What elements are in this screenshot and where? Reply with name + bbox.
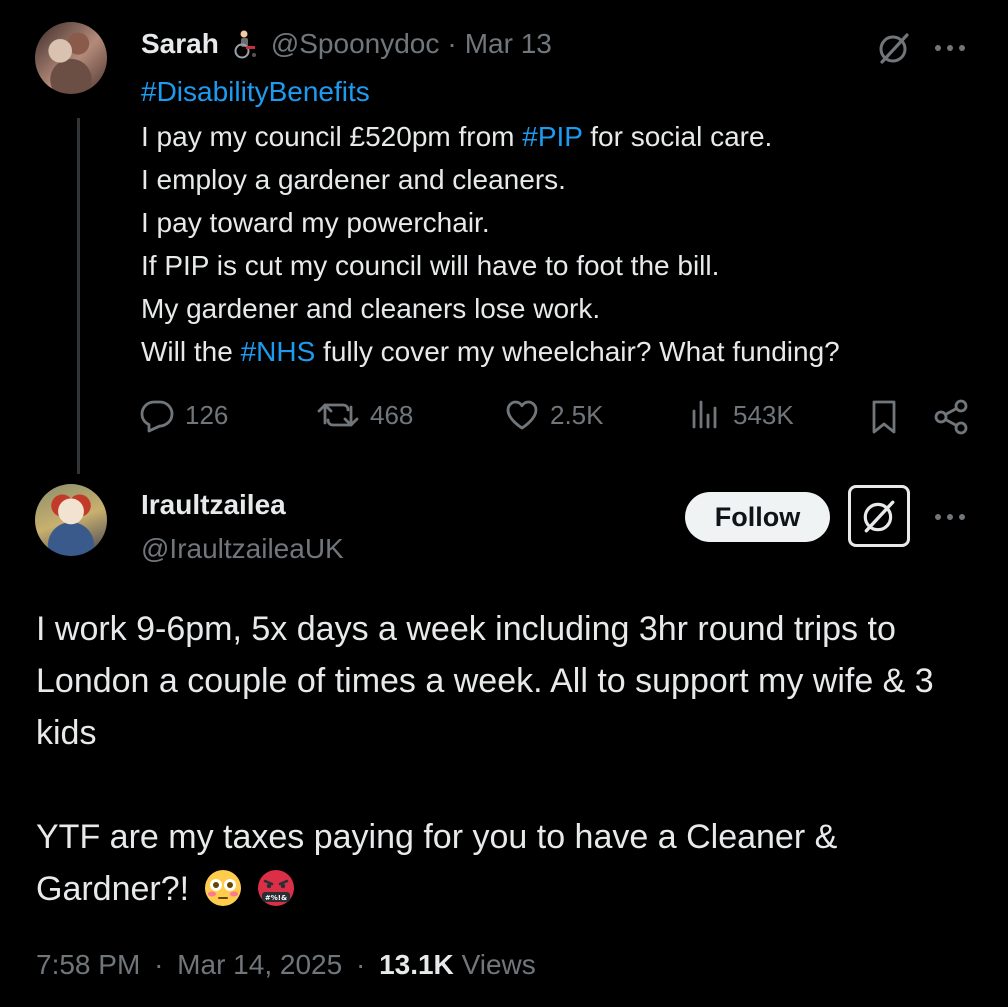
- tweet-text-segment: YTF are my taxes paying for you to have …: [36, 818, 838, 908]
- views-label: Views: [461, 949, 536, 980]
- text-segment: I employ a gardener and cleaners.: [141, 164, 566, 195]
- tweet-meta: 7:58 PM · Mar 14, 2025 · 13.1K Views: [36, 946, 536, 984]
- text-segment: Will the: [141, 336, 241, 367]
- tweet-paragraph: I work 9-6pm, 5x days a week including 3…: [36, 610, 944, 752]
- parent-tweet-header: Sarah @Spoonydoc · Mar 13: [141, 24, 552, 64]
- header-separator: ·: [447, 28, 457, 59]
- text-segment: My gardener and cleaners lose work.: [141, 293, 601, 324]
- reply-tweet-text: I work 9-6pm, 5x days a week including 3…: [36, 603, 966, 915]
- follow-button[interactable]: Follow: [685, 492, 830, 542]
- author-name[interactable]: Sarah: [141, 28, 219, 60]
- parent-tweet-text: I pay my council £520pm from #PIP for so…: [141, 115, 971, 373]
- share-icon: [934, 399, 968, 435]
- tweet-text-line: I pay toward my powerchair.: [141, 201, 971, 244]
- hashtag-link[interactable]: #PIP: [522, 121, 582, 152]
- reply-author-handle[interactable]: @IraultzaileaUK: [141, 530, 344, 568]
- repost-count: 468: [370, 399, 414, 430]
- views-button[interactable]: 543K: [687, 394, 794, 436]
- text-segment: fully cover my wheelchair? What funding?: [315, 336, 840, 367]
- swearing-face-emoji: #%!&: [256, 868, 296, 908]
- more-options-icon[interactable]: [930, 28, 970, 68]
- repost-button[interactable]: 468: [316, 394, 413, 436]
- svg-text:#%!&: #%!&: [265, 894, 287, 902]
- text-segment: If PIP is cut my council will have to fo…: [141, 250, 720, 281]
- avatar-iraultzailea[interactable]: [35, 484, 107, 556]
- reply-icon: [140, 400, 174, 433]
- author-handle[interactable]: @Spoonydoc: [271, 28, 440, 60]
- reply-author-name[interactable]: Iraultzailea: [141, 486, 286, 524]
- tweet-date[interactable]: Mar 14, 2025: [177, 949, 342, 980]
- bookmark-button[interactable]: [866, 396, 902, 438]
- meta-separator: ·: [355, 949, 366, 980]
- grok-icon[interactable]: [874, 28, 914, 68]
- hashtag-link[interactable]: #DisabilityBenefits: [141, 72, 370, 112]
- tweet-text-line: Will the #NHS fully cover my wheelchair?…: [141, 330, 971, 373]
- grok-icon: [863, 500, 895, 533]
- repost-icon: [317, 403, 359, 427]
- views-count: 543K: [733, 399, 794, 430]
- text-segment: I pay my council £520pm from: [141, 121, 523, 152]
- text-segment: for social care.: [582, 121, 773, 152]
- share-button[interactable]: [932, 396, 970, 438]
- like-count: 2.5K: [550, 399, 604, 430]
- text-segment: I pay toward my powerchair.: [141, 207, 490, 238]
- tweet-text-line: I pay my council £520pm from #PIP for so…: [141, 115, 971, 158]
- heart-icon: [506, 400, 538, 430]
- tweet-paragraph: YTF are my taxes paying for you to have …: [36, 811, 966, 915]
- more-options-icon[interactable]: [930, 497, 970, 537]
- wheelchair-person-emoji: [229, 29, 259, 59]
- meta-separator: ·: [154, 949, 164, 980]
- flushed-face-emoji: [203, 868, 243, 908]
- hashtag-link[interactable]: #NHS: [241, 336, 316, 367]
- tweet-date[interactable]: Mar 13: [465, 28, 552, 60]
- thread-connector-line: [77, 118, 80, 474]
- analytics-icon: [692, 400, 717, 429]
- avatar-sarah[interactable]: [35, 22, 107, 94]
- tweet-text-line: I employ a gardener and cleaners.: [141, 158, 971, 201]
- like-button[interactable]: 2.5K: [504, 394, 604, 436]
- bookmark-icon: [872, 400, 896, 434]
- views-count: 13.1K: [379, 949, 454, 980]
- tweet-text-line: If PIP is cut my council will have to fo…: [141, 244, 971, 287]
- reply-button[interactable]: 126: [139, 394, 228, 436]
- tweet-time[interactable]: 7:58 PM: [36, 949, 140, 980]
- grok-icon-button[interactable]: [848, 485, 910, 547]
- tweet-text-line: My gardener and cleaners lose work.: [141, 287, 971, 330]
- reply-count: 126: [185, 399, 229, 430]
